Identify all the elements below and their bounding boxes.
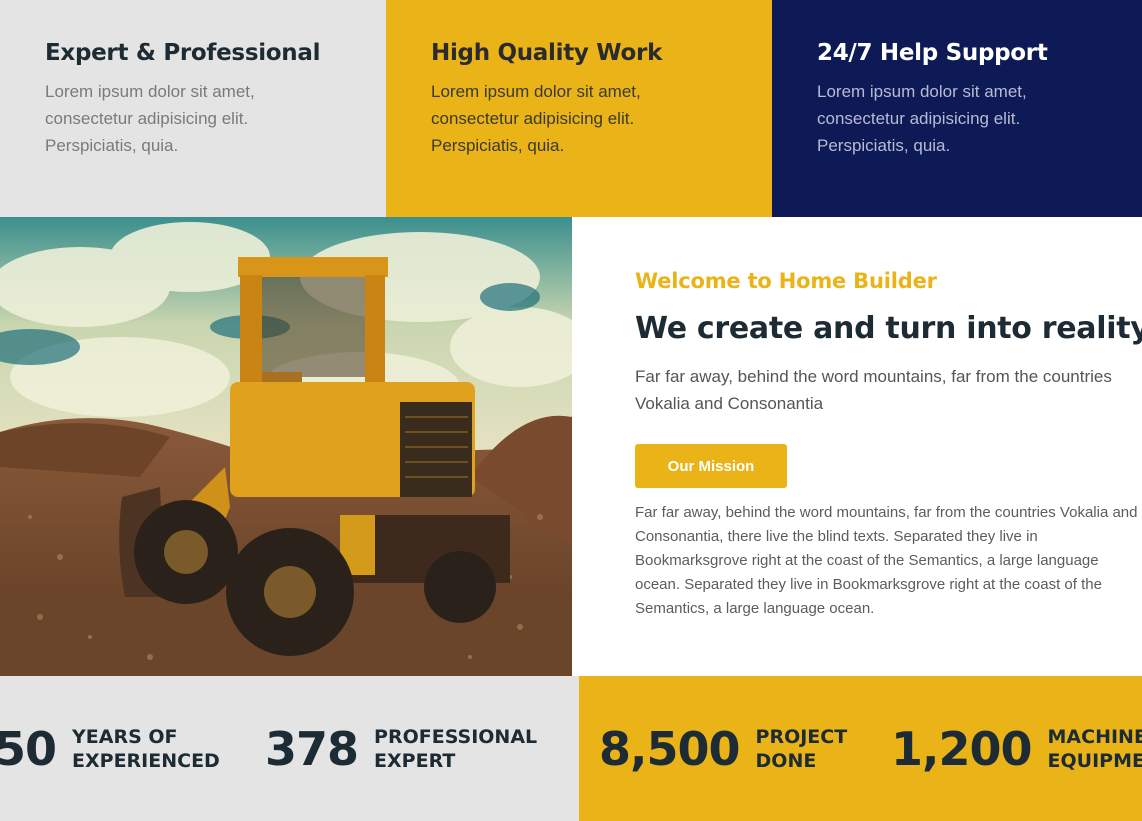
our-mission-button[interactable]: Our Mission xyxy=(635,444,787,488)
stat-label-line: Project xyxy=(755,726,848,748)
feature-title: 24/7 Help Support xyxy=(817,40,1048,66)
stat-label: Machinery Equipment xyxy=(1048,725,1142,773)
welcome-section: Welcome to Home Builder We create and tu… xyxy=(635,217,1142,676)
features-strip: Expert & Professional Lorem ipsum dolor … xyxy=(0,0,1142,217)
feature-card-expert: Expert & Professional Lorem ipsum dolor … xyxy=(0,0,386,217)
stat-experts: 378 Professional Expert xyxy=(265,724,537,774)
stat-years: 50 Years of Experienced xyxy=(0,724,220,774)
stat-number: 1,200 xyxy=(891,722,1033,776)
welcome-body: Far far away, behind the word mountains,… xyxy=(635,504,1138,617)
stat-label-line: Expert xyxy=(374,750,456,772)
feature-text: Lorem ipsum dolor sit amet, consectetur … xyxy=(817,82,1027,155)
stat-number: 50 xyxy=(0,722,57,776)
stat-label-line: Years of xyxy=(72,726,178,748)
stat-label: Years of Experienced xyxy=(72,725,220,773)
welcome-headline: We create and turn into reality xyxy=(635,311,1142,346)
stat-projects: 8,500 Project Done xyxy=(599,724,847,774)
welcome-kicker: Welcome to Home Builder xyxy=(635,269,937,293)
stat-label-line: Professional xyxy=(374,726,538,748)
stat-label-line: Equipment xyxy=(1047,750,1142,772)
feature-title: High Quality Work xyxy=(431,40,663,66)
stat-label: Professional Expert xyxy=(374,725,537,773)
stats-right-panel: 8,500 Project Done 1,200 Machinery Equip… xyxy=(579,676,1142,821)
stats-left-panel: 50 Years of Experienced 378 Professional… xyxy=(0,676,579,821)
feature-title: Expert & Professional xyxy=(45,40,321,66)
stat-label-line: Machinery xyxy=(1047,726,1142,748)
stat-label-line: Experienced xyxy=(72,750,220,772)
feature-card-quality: High Quality Work Lorem ipsum dolor sit … xyxy=(386,0,772,217)
loader-photo xyxy=(0,217,572,676)
stat-number: 8,500 xyxy=(599,722,741,776)
stat-label: Project Done xyxy=(756,725,848,773)
feature-text: Lorem ipsum dolor sit amet, consectetur … xyxy=(431,82,641,155)
welcome-lead: Far far away, behind the word mountains,… xyxy=(635,367,1112,413)
stat-label-line: Done xyxy=(755,750,817,772)
stat-number: 378 xyxy=(265,722,359,776)
feature-card-support: 24/7 Help Support Lorem ipsum dolor sit … xyxy=(772,0,1142,217)
loader-illustration xyxy=(0,217,572,676)
stat-machinery: 1,200 Machinery Equipment xyxy=(891,724,1142,774)
feature-text: Lorem ipsum dolor sit amet, consectetur … xyxy=(45,82,255,155)
